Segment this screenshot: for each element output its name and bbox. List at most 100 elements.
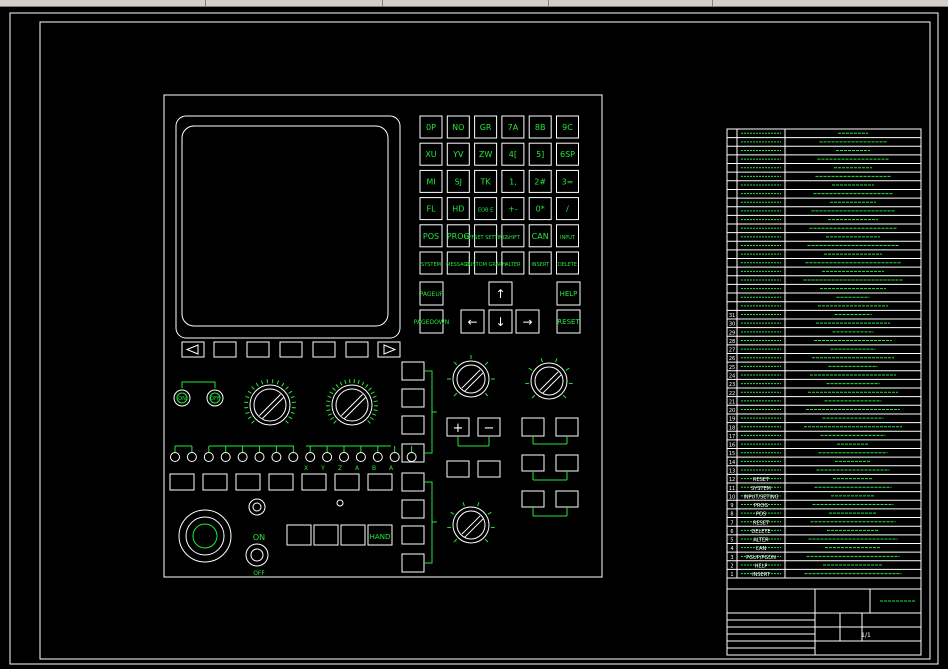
spec-row-no: 9 [730,503,733,509]
mdi-key-label-2-1: SJ [455,177,462,186]
mdi-key-label-5-0: SYSTEM [421,262,441,268]
indicator-led-11 [339,452,349,462]
mode-button-6[interactable] [334,473,360,491]
soft-key-4[interactable] [312,341,336,358]
mode-button-5[interactable] [301,473,327,491]
spec-row-no: 31 [729,313,735,319]
axis-button-8[interactable] [401,553,425,573]
soft-key-left[interactable] [181,341,205,358]
spec-row-no: 21 [729,399,735,405]
mdi-key-label-3-5: / [566,205,569,214]
mdi-key-label-2-4: 2# [534,177,546,186]
spindle-button-2[interactable] [555,417,579,437]
mdi-key-label-3-0: FL [426,205,436,214]
axis-button-3[interactable] [401,415,425,435]
mdi-key-label-0-0: 0P [426,123,436,132]
spec-row-no: 28 [729,339,735,345]
small-lamp [336,499,344,507]
indicator-led-12 [355,452,366,462]
spec-row-no: 18 [729,425,735,431]
bottom-button-3[interactable] [340,524,366,546]
indicator-led-6 [254,452,265,462]
spec-row-key: RESET [753,477,770,483]
jog-rate-knob[interactable] [447,355,495,398]
outer-frame [9,12,939,665]
arrow-left-icon: ← [467,315,477,329]
mode-button-1[interactable] [169,473,195,491]
mdi-key-label-4-3: SHIFT [506,235,521,241]
estop-ring [185,516,225,556]
jog-button-3[interactable] [446,460,470,478]
spindle-buttons [521,417,579,517]
mdi-key-label-1-5: 6SP [560,150,575,159]
spec-row-no: 29 [729,330,735,336]
feed-rate-knob[interactable] [447,502,495,544]
spec-row-key: SYSTEM [751,486,771,492]
emergency-stop[interactable] [178,509,232,563]
mdi-key-label-1-1: YV [452,150,464,159]
mdi-key-label-1-4: 5] [536,150,544,159]
spec-row-no: 20 [729,408,735,414]
mdi-key-label-5-3: ALTER [505,262,521,268]
spindle-button-1[interactable] [521,417,545,437]
sheet-number: 1/1 [861,632,871,639]
hand-label: HAND [370,533,391,541]
power-off-label: OFF [210,396,220,402]
soft-key-3[interactable] [279,341,303,358]
jog-bracket [457,436,490,447]
spec-row-no: 24 [729,374,735,380]
axis-button-7[interactable] [401,525,425,545]
spindle-button-4[interactable] [555,454,579,472]
spindle-button-5[interactable] [521,490,545,508]
mode-button-row [169,473,393,491]
spec-row-key: PGUP/PGDN [746,555,776,561]
triangle-left-icon [185,344,199,355]
spec-row-no: 4 [730,546,733,552]
spec-row-no: 8 [730,512,733,518]
axis-button-2[interactable] [401,388,425,408]
soft-key-2[interactable] [246,341,270,358]
mdi-key-label-0-2: GR [480,123,492,132]
estop-core [192,523,218,549]
feed-button-column [401,361,437,573]
program-protect-core [252,502,262,512]
spec-row-key: INSERT [752,572,771,578]
mdi-key-label-3-1: HD [452,205,464,214]
axis-a2-label: A [389,465,394,472]
indicator-led-1 [170,452,180,462]
mode-button-2[interactable] [202,473,228,491]
spec-row-no: 5 [730,538,733,544]
axis-button-5[interactable] [401,472,425,492]
spec-row-no: 17 [729,434,735,440]
axis-button-6[interactable] [401,499,425,519]
jog-button-4[interactable] [477,460,501,478]
axis-button-1[interactable] [401,361,425,381]
power-switch[interactable] [245,543,269,567]
spec-row-no: 1 [730,572,733,578]
minus-icon: − [484,421,495,436]
soft-key-right[interactable] [377,341,401,358]
spindle-button-3[interactable] [521,454,545,472]
mdi-key-label-3-4: 0* [536,205,545,214]
spindle-button-6[interactable] [555,490,579,508]
bottom-button-1[interactable] [286,524,312,546]
indicator-led-8 [288,452,299,462]
spindle-speed-knob[interactable] [525,358,573,400]
spec-row-no: 16 [729,443,735,449]
spec-row-key: DELETE [751,529,770,535]
program-protect-switch[interactable] [248,498,266,516]
mdi-key-label-5-2: CUSTOM GRAPH [465,262,506,268]
spec-row-no: 11 [729,486,735,492]
mode-button-4[interactable] [268,473,294,491]
page-keys: PAGEUP PAGEDOWN HELP RESET ↑ ← ↓ → [414,281,581,334]
feed-override-knob[interactable] [244,379,296,426]
bottom-button-2[interactable] [313,524,339,546]
soft-key-1[interactable] [213,341,237,358]
axis-x-label: X [304,465,308,472]
soft-key-5[interactable] [345,341,369,358]
mode-button-3[interactable] [235,473,261,491]
axis-a-label: A [355,465,360,472]
spindle-override-knob[interactable] [325,379,379,426]
indicator-led-10 [322,452,333,462]
mode-button-7[interactable] [367,473,393,491]
